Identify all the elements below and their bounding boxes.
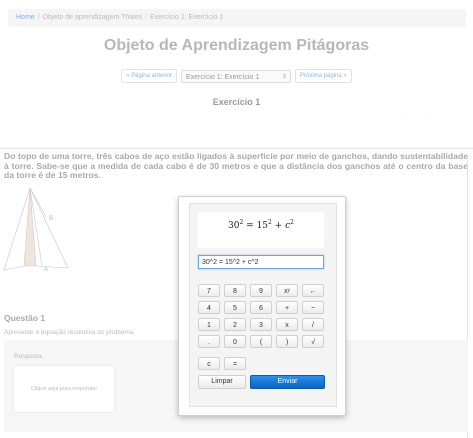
key-equals-button[interactable]: =	[224, 357, 246, 370]
key-1-button[interactable]: 1	[198, 318, 220, 331]
key-plus-button[interactable]: +	[276, 301, 298, 314]
key-sqrt-button[interactable]: √	[302, 335, 324, 348]
equation-editor-panel: 302 = 152 + c2 30^2 = 15^2 + c^2 7 8 9 xʸ ← 4…	[189, 203, 337, 407]
key-2-button[interactable]: 2	[224, 318, 246, 331]
preview-term-a: 30	[228, 221, 240, 231]
figure-label-a: A	[44, 267, 48, 273]
key-backspace-button[interactable]: ←	[302, 284, 324, 297]
key-7-button[interactable]: 7	[198, 284, 220, 297]
key-8-button[interactable]: 8	[224, 284, 246, 297]
next-page-button[interactable]: Próxima página »	[295, 69, 352, 83]
key-var-c-button[interactable]: c	[198, 357, 220, 370]
problem-statement: Do topo de uma torre, três cabos de aço …	[4, 151, 468, 180]
breadcrumb-course[interactable]: Objeto de aprendizagem Thales	[43, 14, 143, 21]
clear-button[interactable]: Limpar	[198, 375, 246, 389]
decorative-mark: ·	[430, 113, 432, 119]
key-multiply-button[interactable]: x	[276, 318, 298, 331]
breadcrumb-current: Exercício 1: Exercício 1	[150, 14, 224, 21]
key-close-paren-button[interactable]: )	[276, 335, 298, 348]
key-power-button[interactable]: xʸ	[276, 284, 298, 297]
page-select[interactable]: Exercício 1: Exercício 1 ⇕	[181, 69, 291, 83]
exercise-label: Exercício 1	[212, 97, 261, 107]
breadcrumb: Home / Objeto de aprendizagem Thales / Exerc…	[8, 9, 466, 27]
equation-input[interactable]: 30^2 = 15^2 + c^2	[198, 255, 324, 269]
preview-exp-b: 2	[268, 219, 272, 226]
key-minus-button[interactable]: −	[302, 301, 324, 314]
submit-button[interactable]: Enviar	[250, 375, 325, 389]
tower-figure: B A	[3, 187, 69, 273]
key-divide-button[interactable]: /	[302, 318, 324, 331]
equation-preview: 302 = 152 + c2	[198, 212, 324, 248]
answer-click-area[interactable]: Clique aqui para responder	[14, 366, 114, 412]
breadcrumb-home-link[interactable]: Home	[16, 14, 35, 21]
key-4-button[interactable]: 4	[198, 301, 220, 314]
key-open-paren-button[interactable]: (	[250, 335, 272, 348]
page-navigation: « Página anterior Exercício 1: Exercício …	[0, 69, 473, 83]
key-3-button[interactable]: 3	[250, 318, 272, 331]
key-0-button[interactable]: 0	[224, 335, 246, 348]
key-5-button[interactable]: 5	[224, 301, 246, 314]
page-title: Objeto de Aprendizagem Pitágoras	[103, 37, 370, 54]
equation-editor-dialog: 302 = 152 + c2 30^2 = 15^2 + c^2 7 8 9 xʸ ← 4…	[178, 196, 346, 416]
question-title: Questão 1	[4, 313, 46, 323]
figure-label-b: B	[49, 216, 53, 222]
key-dot-button[interactable]: .	[198, 335, 220, 348]
answer-label: Resposta:	[14, 353, 44, 360]
page-select-value: Exercício 1: Exercício 1	[186, 73, 260, 81]
key-6-button[interactable]: 6	[250, 301, 272, 314]
question-description: Apresente a equação resolutiva do proble…	[4, 329, 136, 336]
select-arrows-icon: ⇕	[281, 73, 287, 80]
key-9-button[interactable]: 9	[250, 284, 272, 297]
decorative-mark: ·	[401, 113, 403, 119]
preview-exp-a: 2	[239, 219, 244, 226]
preview-term-b: 15	[256, 221, 269, 231]
preview-exp-c: 2	[290, 219, 294, 226]
previous-page-button[interactable]: « Página anterior	[121, 69, 177, 83]
divider	[0, 148, 473, 149]
